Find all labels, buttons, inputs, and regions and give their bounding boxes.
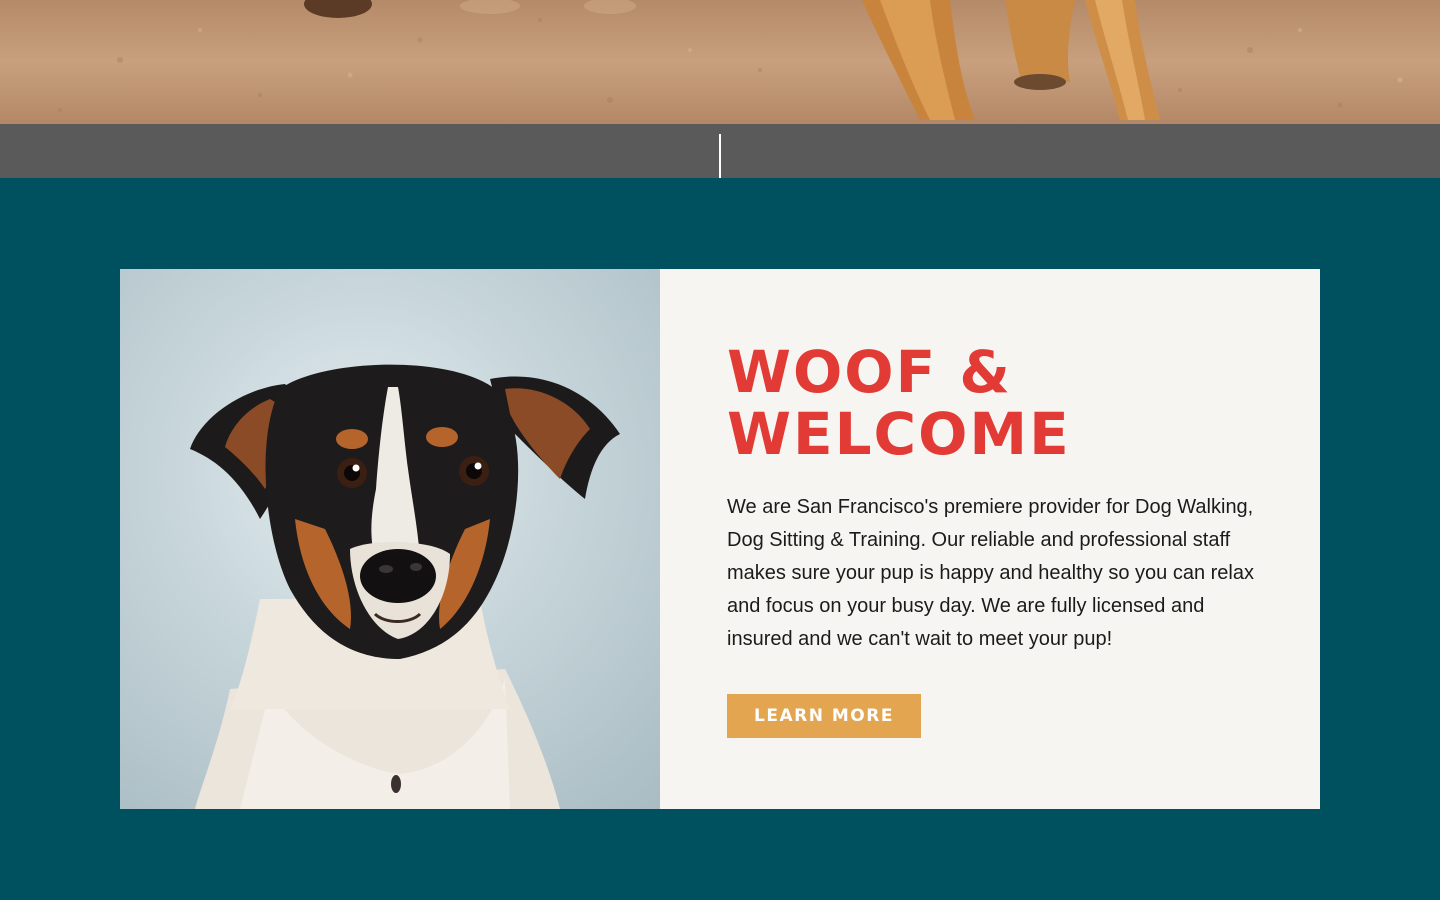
welcome-text-panel: WOOF & WELCOME We are San Francisco's pr… [660,269,1320,809]
welcome-section: WOOF & WELCOME We are San Francisco's pr… [0,178,1440,900]
dog-portrait-photo [120,269,660,809]
divider-bar [0,124,1440,178]
welcome-body-text: We are San Francisco's premiere provider… [727,496,1254,650]
dog-portrait-icon [190,364,620,809]
dog-walk-photo-icon [0,0,1440,124]
welcome-title: WOOF & WELCOME [727,338,1071,468]
welcome-card: WOOF & WELCOME We are San Francisco's pr… [120,269,1320,809]
divider-line [719,134,721,178]
learn-more-button[interactable]: LEARN MORE [727,694,921,738]
hero-photo-strip [0,0,1440,124]
